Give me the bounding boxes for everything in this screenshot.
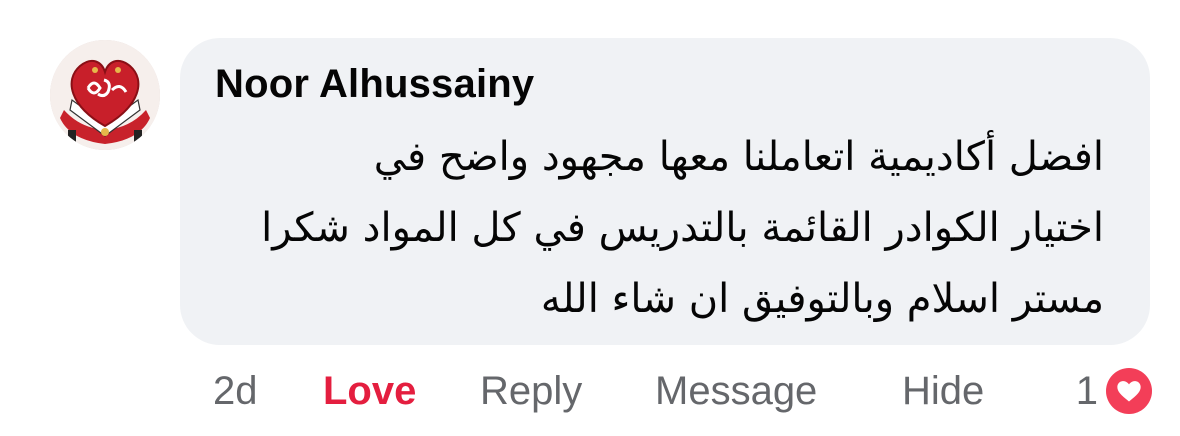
love-button[interactable]: Love xyxy=(323,360,416,422)
message-button[interactable]: Message xyxy=(655,360,817,422)
comment-bubble: Noor Alhussainy افضل أكاديمية اتعاملنا م… xyxy=(180,38,1150,345)
heart-logo-avatar-icon xyxy=(50,40,160,150)
avatar[interactable] xyxy=(50,40,160,150)
comment-timestamp[interactable]: 2d xyxy=(213,360,258,422)
comment-line: مستر اسلام وبالتوفيق ان شاء الله xyxy=(540,276,1104,322)
reaction-count: 1 xyxy=(1075,369,1098,413)
comment-line: افضل أكاديمية اتعاملنا معها مجهود واضح ف… xyxy=(373,134,1104,180)
comment-actions-bar: 2d Love Reply Message Hide 1 xyxy=(0,360,1180,422)
comment-text: افضل أكاديمية اتعاملنا معها مجهود واضح ف… xyxy=(204,122,1104,335)
reply-button[interactable]: Reply xyxy=(480,360,582,422)
comment-author[interactable]: Noor Alhussainy xyxy=(215,62,534,107)
heart-icon xyxy=(1106,368,1152,414)
hide-button[interactable]: Hide xyxy=(902,360,984,422)
reaction-summary[interactable]: 1 xyxy=(1076,360,1152,422)
comment-line: اختيار الكوادر القائمة بالتدريس في كل ال… xyxy=(261,205,1104,251)
